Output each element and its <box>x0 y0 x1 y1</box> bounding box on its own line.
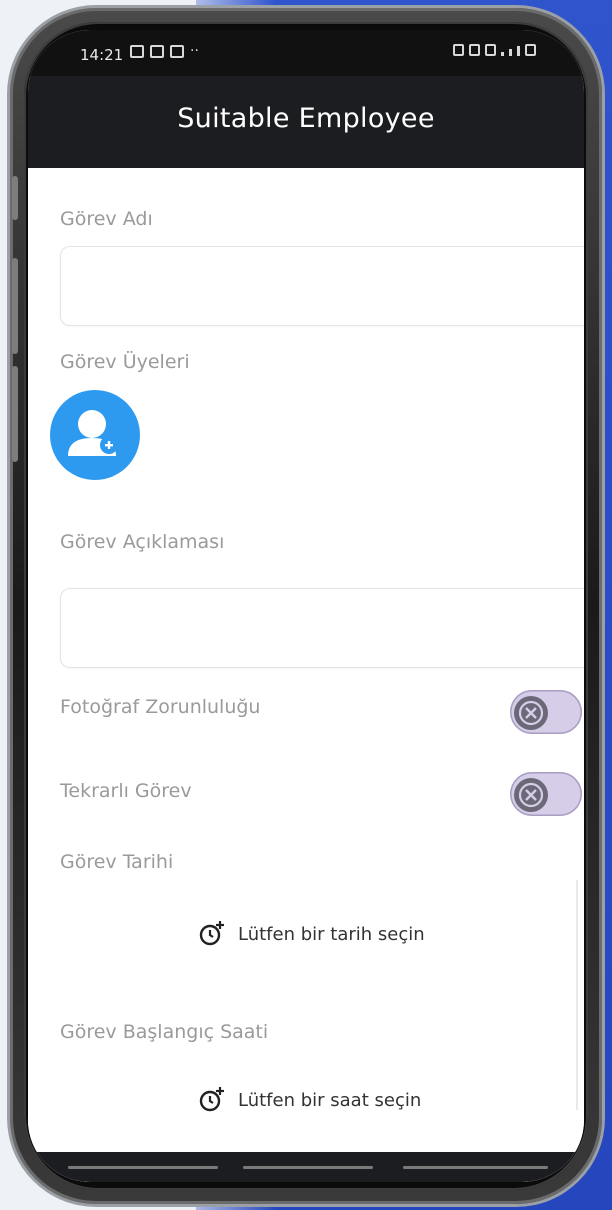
recurring-task-toggle[interactable] <box>510 772 582 816</box>
app-bar: Suitable Employee <box>28 76 584 168</box>
task-name-input[interactable] <box>60 246 584 326</box>
nav-recents-button[interactable] <box>403 1166 548 1169</box>
close-circle-icon <box>518 700 544 726</box>
task-start-time-label: Görev Başlangıç Saati <box>60 1021 269 1043</box>
phone-screen: 14:21 ·· Suitable Employee Görev Adı Gör… <box>28 30 584 1182</box>
photo-required-label: Fotoğraf Zorunluluğu <box>60 696 261 718</box>
alarm-add-icon <box>199 921 224 946</box>
nav-home-button[interactable] <box>243 1166 373 1169</box>
time-picker-button[interactable]: Lütfen bir saat seçin <box>198 1086 421 1114</box>
status-bar: 14:21 ·· <box>28 30 584 76</box>
side-button <box>12 176 18 220</box>
system-navigation-bar <box>28 1152 584 1182</box>
status-notification-icons: ·· <box>130 43 199 59</box>
alarm-icon <box>453 44 464 56</box>
photo-required-toggle[interactable] <box>510 690 582 734</box>
volte-icon <box>469 44 480 56</box>
scrollbar[interactable] <box>576 880 578 1110</box>
nav-back-button[interactable] <box>68 1166 218 1169</box>
app-title: Suitable Employee <box>177 102 435 134</box>
date-prompt-text: Lütfen bir tarih seçin <box>238 923 425 945</box>
gallery-icon <box>130 45 144 58</box>
phone-frame: 14:21 ·· Suitable Employee Görev Adı Gör… <box>10 8 602 1204</box>
task-form: Görev Adı Görev Üyeleri Görev Açıklaması… <box>28 168 584 1182</box>
signal-icon <box>501 52 504 56</box>
more-notifications-icon: ·· <box>190 43 199 59</box>
status-system-icons <box>453 44 536 56</box>
toggle-knob <box>514 778 548 812</box>
add-member-button[interactable] <box>50 390 140 480</box>
volume-up-button <box>12 258 18 354</box>
close-circle-icon <box>518 782 544 808</box>
battery-icon <box>525 44 536 56</box>
recurring-task-label: Tekrarlı Görev <box>60 780 192 802</box>
signal-icon <box>517 46 520 56</box>
volume-down-button <box>12 366 18 462</box>
task-date-label: Görev Tarihi <box>60 851 174 873</box>
task-name-label: Görev Adı <box>60 208 153 230</box>
person-add-icon <box>68 410 118 456</box>
alarm-add-icon <box>199 1087 224 1112</box>
time-prompt-text: Lütfen bir saat seçin <box>238 1089 422 1111</box>
toggle-knob <box>514 696 548 730</box>
instagram-icon <box>150 45 164 58</box>
status-time: 14:21 <box>80 46 124 64</box>
task-description-label: Görev Açıklaması <box>60 531 225 553</box>
task-members-label: Görev Üyeleri <box>60 351 190 373</box>
wifi-icon <box>485 44 496 56</box>
date-picker-button[interactable]: Lütfen bir tarih seçin <box>198 920 425 948</box>
instagram-icon <box>170 45 184 58</box>
signal-icon <box>509 49 512 56</box>
task-description-input[interactable] <box>60 588 584 668</box>
